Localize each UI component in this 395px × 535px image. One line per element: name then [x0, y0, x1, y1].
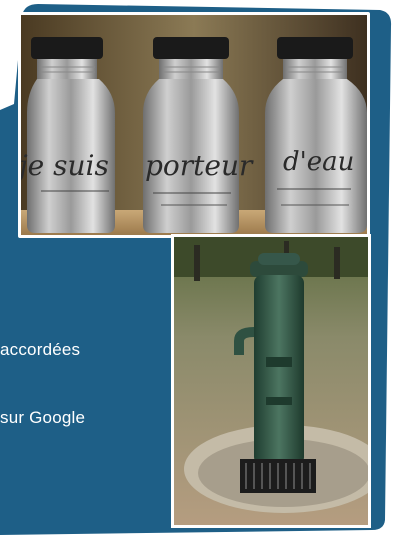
bottle-label-left: je suis [21, 149, 109, 182]
bottles-photo: je suis porteur d'eau [18, 12, 370, 238]
body-text-line-1: accordées [0, 340, 81, 359]
fountain-photo [171, 234, 371, 528]
bottle-label-right: d'eau [283, 147, 354, 177]
body-text-line-2: sur Google [0, 408, 86, 427]
bottle-label-middle: porteur [145, 149, 254, 182]
promo-card: je suis porteur d'eau accordées sur Goog… [0, 0, 395, 535]
